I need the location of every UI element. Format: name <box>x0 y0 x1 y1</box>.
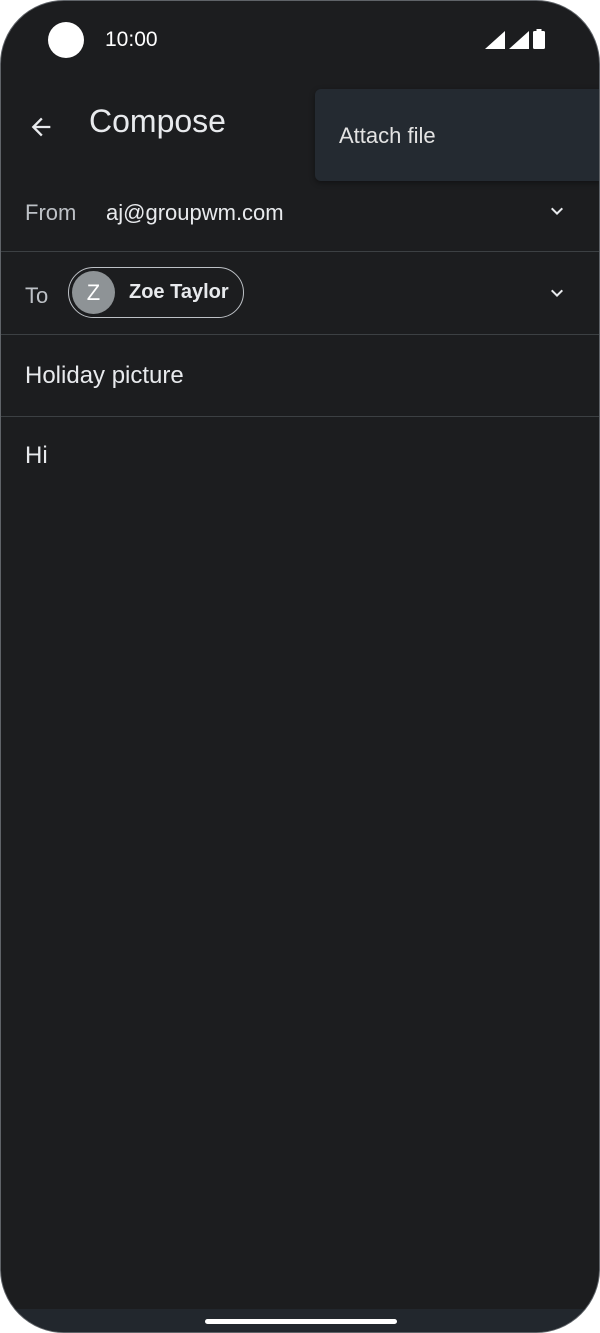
from-label: From <box>25 200 77 225</box>
battery-icon <box>533 29 545 49</box>
chevron-down-icon[interactable] <box>545 199 569 223</box>
wifi-icon <box>509 31 529 49</box>
page-title: Compose <box>89 103 226 139</box>
body-field[interactable]: Hi <box>25 442 48 470</box>
phone-screen: 10:00 Compose From aj@groupwm.com To Z Z… <box>0 0 600 1333</box>
menu-item-attach-file[interactable]: Attach file <box>339 123 436 149</box>
signal-icon <box>485 31 505 49</box>
status-time: 10:00 <box>105 28 158 51</box>
recipient-name: Zoe Taylor <box>129 281 229 303</box>
to-label: To <box>25 283 49 308</box>
subject-field[interactable]: Holiday picture <box>25 362 184 390</box>
recipient-chip[interactable]: Z Zoe Taylor <box>68 267 244 318</box>
divider <box>1 251 599 252</box>
navigation-bar <box>1 1309 599 1332</box>
divider <box>1 334 599 335</box>
status-icons <box>485 29 545 49</box>
arrow-back-icon <box>31 117 51 137</box>
divider <box>1 416 599 417</box>
home-handle[interactable] <box>205 1319 397 1324</box>
avatar: Z <box>72 271 115 314</box>
camera-cutout <box>48 22 84 58</box>
overflow-menu: Attach file <box>315 89 599 181</box>
back-button[interactable] <box>19 105 63 149</box>
from-field[interactable]: aj@groupwm.com <box>106 200 284 226</box>
chevron-down-icon[interactable] <box>545 281 569 305</box>
status-bar: 10:00 <box>1 1 599 79</box>
